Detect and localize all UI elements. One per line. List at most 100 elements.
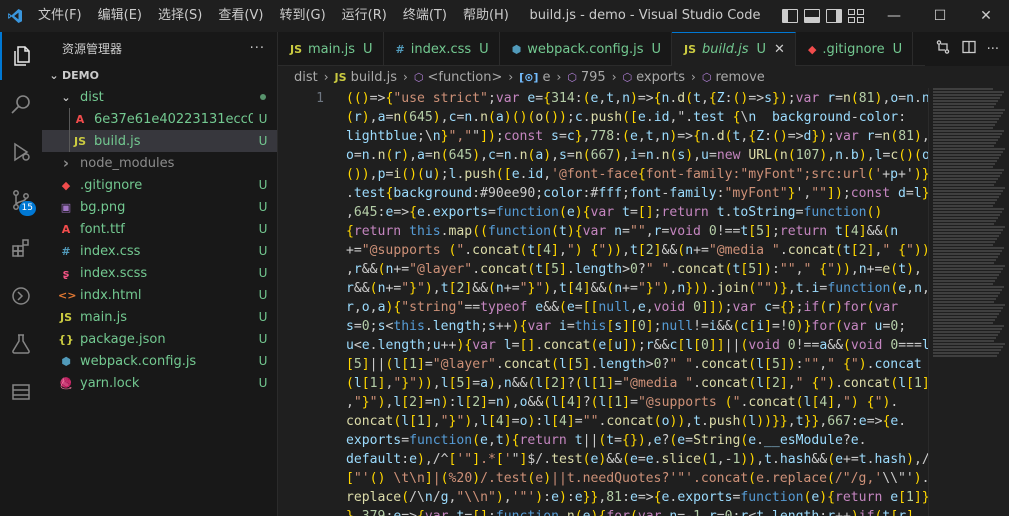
extensions-icon[interactable]	[0, 224, 42, 272]
minimap-line	[933, 214, 1000, 216]
code-line[interactable]: [5]||(l[1]="@layer".concat(l[5].length>0…	[346, 355, 929, 374]
breadcrumb-item[interactable]: ⬡ <function>	[414, 70, 503, 85]
menu-item[interactable]: 转到(G)	[271, 0, 333, 32]
file-tree-item[interactable]: ▣ bg.png U	[42, 196, 277, 218]
file-tree-item[interactable]: <> indx.html U	[42, 284, 277, 306]
explorer-icon[interactable]	[0, 32, 42, 80]
menu-item[interactable]: 运行(R)	[334, 0, 395, 32]
tab-build-js[interactable]: JS build.js U ✕	[672, 32, 796, 66]
file-tree-item[interactable]: › node_modules	[42, 152, 277, 174]
chevron-right-icon: ›	[556, 70, 562, 84]
code-line[interactable]: ()),p=i()(u);l.push([e.id,'@font-face{fo…	[346, 165, 929, 184]
code-line[interactable]: },379:e=>{var t=[];function n(e){for(var…	[346, 507, 929, 516]
menu-item[interactable]: 终端(T)	[395, 0, 455, 32]
more-actions-icon[interactable]: ···	[987, 42, 999, 57]
git-status: U	[258, 112, 268, 126]
file-tree-item[interactable]: ʂ index.scss U	[42, 262, 277, 284]
code-line[interactable]: default:e),/^['"].*['"]$/.test(e)&&(e=e.…	[346, 450, 929, 469]
remote-explorer-icon[interactable]	[0, 272, 42, 320]
file-tree-item[interactable]: ⬢ webpack.config.js U	[42, 350, 277, 372]
code-line[interactable]: o=n.n(r),a=n(645),c=n.n(a),s=n(667),i=n.…	[346, 146, 929, 165]
menu-item[interactable]: 帮助(H)	[455, 0, 517, 32]
customize-layout-icon[interactable]	[848, 9, 864, 23]
file-tree-item[interactable]: # index.css U	[42, 240, 277, 262]
code-line[interactable]: ["'() \t\n]|(%20)/.test(e)||t.needQuotes…	[346, 469, 929, 488]
testing-icon[interactable]	[0, 320, 42, 368]
workspace-section-header[interactable]: ⌄ DEMO	[42, 64, 277, 86]
code-line[interactable]: (()=>{"use strict";var e={314:(e,t,n)=>{…	[346, 89, 929, 108]
close-button[interactable]: ✕	[963, 0, 1009, 32]
file-tree-item[interactable]: ◆ .gitignore U	[42, 174, 277, 196]
file-tree-item[interactable]: ⌄ dist	[42, 86, 277, 108]
code-line[interactable]: u<e.length;u++){var l=[].concat(e[u]);r&…	[346, 336, 929, 355]
toggle-primary-sidebar-icon[interactable]	[782, 9, 798, 23]
minimap-line	[933, 223, 994, 225]
tab-main-js[interactable]: JS main.js U	[278, 32, 384, 66]
tab--gitignore[interactable]: ◆ .gitignore U	[796, 32, 914, 66]
file-tree-item[interactable]: JS main.js U	[42, 306, 277, 328]
run-debug-icon[interactable]	[0, 128, 42, 176]
git-status: U	[258, 178, 268, 192]
breadcrumb-label: exports	[636, 69, 686, 85]
minimap-line	[933, 247, 1004, 249]
minimap-line	[933, 262, 994, 264]
code-line[interactable]: +="@supports (".concat(t[4],") {")),t[2]…	[346, 241, 929, 260]
code-line[interactable]: ,"}"),l[2]=n):l[2]=n),o&&(l[4]?(l[1]="@s…	[346, 393, 929, 412]
menu-item[interactable]: 查看(V)	[210, 0, 271, 32]
close-icon[interactable]: ✕	[774, 42, 785, 57]
minimap-line	[933, 340, 994, 342]
code-line[interactable]: ,645:e=>{e.exports=function(e){var t=[];…	[346, 203, 929, 222]
minimize-button[interactable]: —	[871, 0, 917, 32]
code-line[interactable]: s=0;s<this.length;s++){var i=this[s][0];…	[346, 317, 929, 336]
code-line[interactable]: r,o,a){"string"==typeof e&&(e=[[null,e,v…	[346, 298, 929, 317]
minimap-line	[933, 97, 1000, 99]
code-line[interactable]: .test{background:#90ee90;color:#fff;font…	[346, 184, 929, 203]
breadcrumb-item[interactable]: JS build.js	[335, 70, 398, 85]
file-tree-item[interactable]: A 6e37e61e40223131ecc0.ttf U	[42, 108, 277, 130]
code-line[interactable]: exports=function(e,t){return t||(t={}),e…	[346, 431, 929, 450]
breadcrumb-item[interactable]: ⬡ remove	[702, 70, 765, 85]
more-actions-icon[interactable]: ···	[250, 41, 265, 56]
toggle-secondary-sidebar-icon[interactable]	[826, 9, 842, 23]
open-changes-icon[interactable]	[935, 39, 951, 59]
minimap-line	[933, 232, 1001, 234]
code-line[interactable]: r&&(n+="}"),t[2]&&(n+="}"),t[4]&&(n+="}"…	[346, 279, 929, 298]
toggle-panel-icon[interactable]	[804, 9, 820, 23]
tab-index-css[interactable]: # index.css U	[384, 32, 500, 66]
breadcrumb-item[interactable]: ⬡ 795	[567, 70, 605, 85]
menu-item[interactable]: 文件(F)	[30, 0, 90, 32]
git-status: U	[651, 41, 662, 57]
file-tree-item[interactable]: Afont.ttf U	[42, 218, 277, 240]
code-line[interactable]: concat(l[1],"}"),l[4]=o):l[4]="".concat(…	[346, 412, 929, 431]
file-tree-item[interactable]: 🧶 yarn.lock U	[42, 372, 277, 394]
source-control-icon[interactable]: 15	[0, 176, 42, 224]
minimap[interactable]	[929, 88, 1009, 516]
git-status: U	[258, 310, 268, 324]
maximize-button[interactable]: ☐	[917, 0, 963, 32]
menu-item[interactable]: 选择(S)	[150, 0, 210, 32]
font-file-icon: A	[61, 222, 71, 236]
code-line[interactable]: lightblue;\n}",""]);const s=c},778:(e,t,…	[346, 127, 929, 146]
breadcrumb-item[interactable]: [⊙] e	[519, 70, 550, 85]
file-tree-item[interactable]: {} package.json U	[42, 328, 277, 350]
file-name: indx.html	[80, 287, 142, 303]
database-icon[interactable]	[0, 368, 42, 416]
code-editor[interactable]: 1 (()=>{"use strict";var e={314:(e,t,n)=…	[278, 88, 1009, 516]
breadcrumb-item[interactable]: dist	[294, 70, 318, 85]
indent-guide	[69, 130, 70, 152]
code-line[interactable]: (l[1],"}")),l[5]=a),n&&(l[2]?(l[1]="@med…	[346, 374, 929, 393]
menu-item[interactable]: 编辑(E)	[90, 0, 150, 32]
code-content[interactable]: (()=>{"use strict";var e={314:(e,t,n)=>{…	[346, 88, 929, 516]
minimap-line	[933, 265, 1005, 267]
code-line[interactable]: replace(/\n/g,"\\n"),'"'):e):e}},81:e=>{…	[346, 488, 929, 507]
breadcrumb-item[interactable]: ⬡ exports	[623, 70, 686, 85]
tab-webpack-config-js[interactable]: ⬢ webpack.config.js U	[500, 32, 673, 66]
chevron-right-icon: ›	[508, 70, 514, 84]
file-tree-item[interactable]: JS build.js U	[42, 130, 277, 152]
search-icon[interactable]	[0, 80, 42, 128]
code-line[interactable]: {return this.map((function(t){var n="",r…	[346, 222, 929, 241]
code-line[interactable]: (r),a=n(645),c=n.n(a)()(o());c.push([e.i…	[346, 108, 929, 127]
split-editor-icon[interactable]	[961, 39, 977, 59]
minimap-line	[933, 94, 1002, 96]
code-line[interactable]: ,r&&(n+="@layer".concat(t[5].length>0?" …	[346, 260, 929, 279]
